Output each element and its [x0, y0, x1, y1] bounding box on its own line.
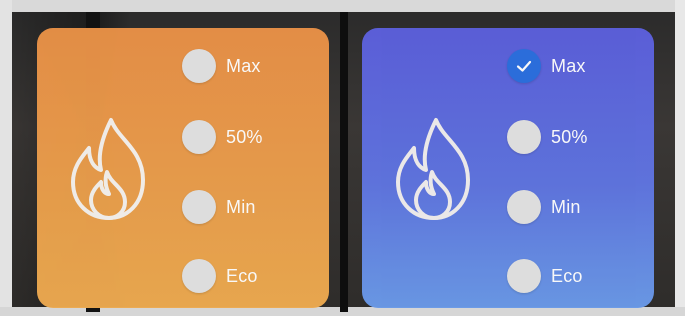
frame-left [0, 0, 12, 316]
option-label: Max [551, 55, 586, 76]
radio-button[interactable] [507, 259, 541, 293]
option-min[interactable]: Min [182, 190, 256, 224]
radio-button[interactable] [182, 120, 216, 154]
heat-mode-panel-right[interactable]: Max 50% Min Eco [362, 28, 654, 308]
frame-top [0, 0, 685, 12]
radio-button[interactable] [182, 259, 216, 293]
radio-button[interactable] [507, 120, 541, 154]
option-min[interactable]: Min [507, 190, 581, 224]
flame-icon [71, 118, 145, 220]
background-pillar [340, 12, 348, 312]
option-label: 50% [551, 126, 588, 147]
option-eco[interactable]: Eco [507, 259, 583, 293]
checkmark-icon [516, 60, 532, 72]
radio-button[interactable] [182, 49, 216, 83]
option-label: Max [226, 55, 261, 76]
option-50[interactable]: 50% [507, 120, 588, 154]
flame-icon [396, 118, 470, 220]
option-label: 50% [226, 126, 263, 147]
radio-button-checked[interactable] [507, 49, 541, 83]
frame-right [675, 0, 685, 316]
option-max[interactable]: Max [507, 49, 586, 83]
option-label: Eco [226, 265, 258, 286]
heat-mode-panel-left[interactable]: Max 50% Min Eco [37, 28, 329, 308]
option-label: Min [551, 196, 581, 217]
option-label: Min [226, 196, 256, 217]
radio-button[interactable] [182, 190, 216, 224]
option-label: Eco [551, 265, 583, 286]
option-eco[interactable]: Eco [182, 259, 258, 293]
option-max[interactable]: Max [182, 49, 261, 83]
radio-button[interactable] [507, 190, 541, 224]
option-50[interactable]: 50% [182, 120, 263, 154]
